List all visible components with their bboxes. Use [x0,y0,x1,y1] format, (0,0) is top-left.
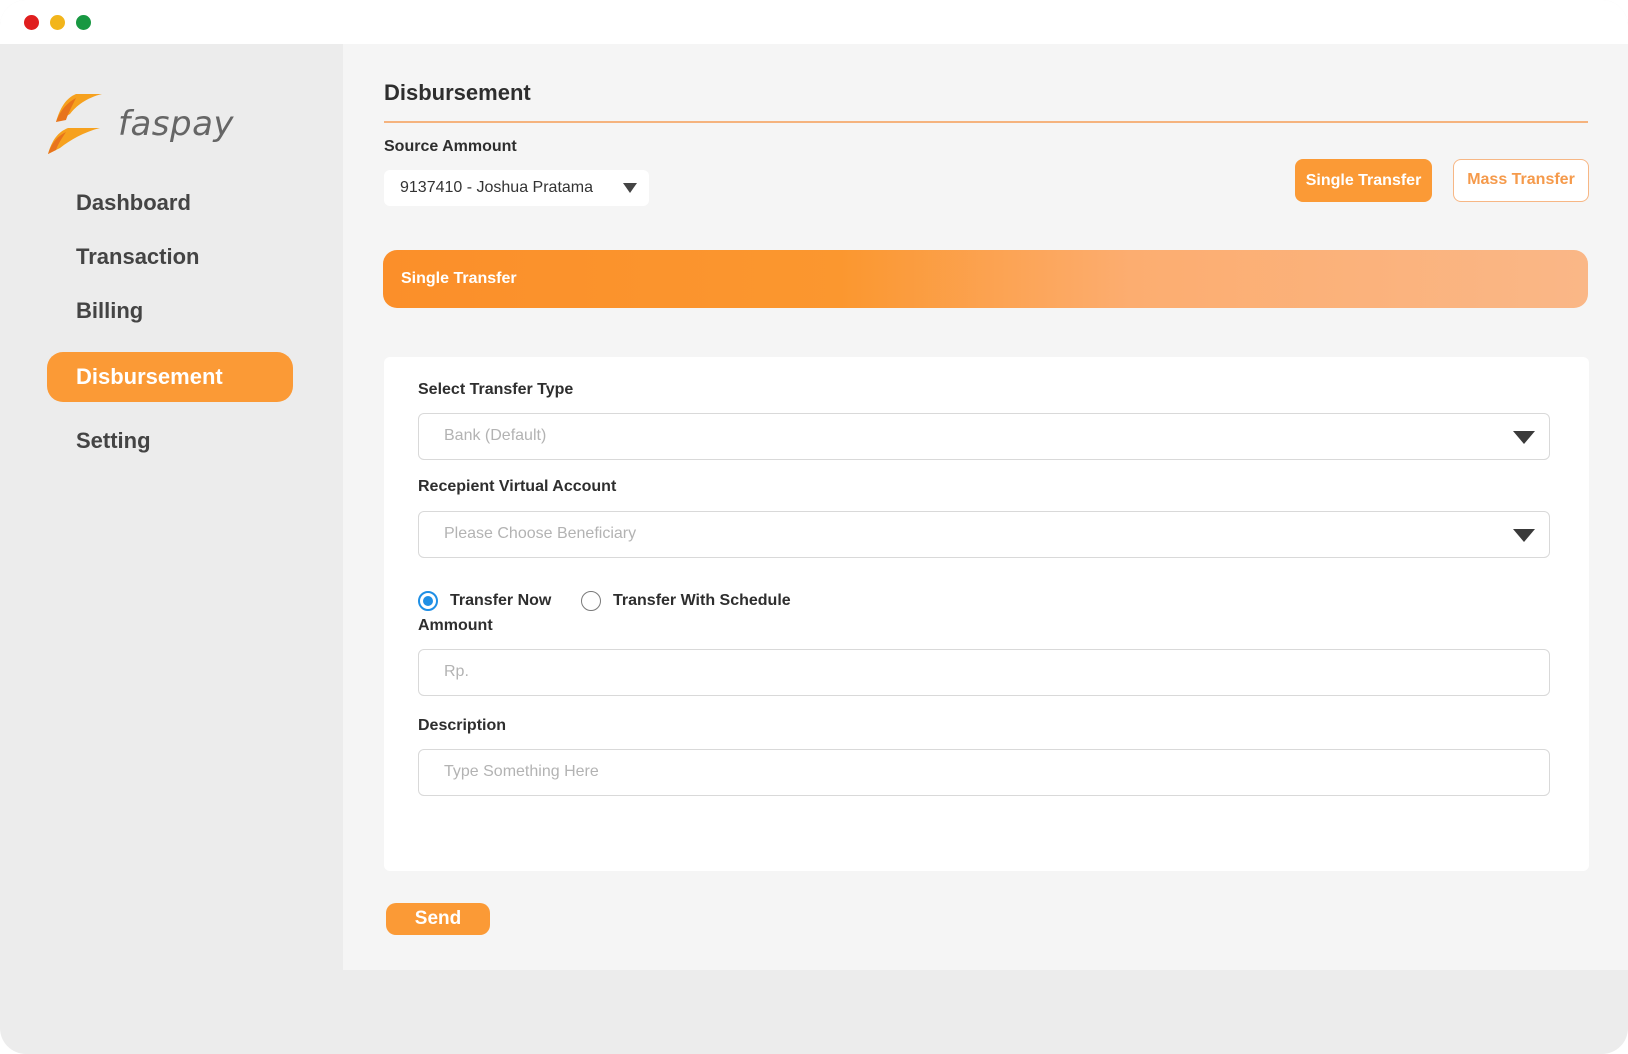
transfer-type-placeholder: Bank (Default) [444,427,547,444]
send-button[interactable]: Send [386,903,490,935]
transfer-with-schedule-label[interactable]: Transfer With Schedule [613,592,791,610]
title-bar [0,0,1628,44]
source-amount-label: Source Ammount [384,138,517,155]
section-banner-title: Single Transfer [401,270,517,287]
sidebar-item-transaction[interactable]: Transaction [47,232,293,282]
single-transfer-button[interactable]: Single Transfer [1295,159,1432,202]
logo-wordmark: faspay [118,104,235,144]
description-input[interactable]: Type Something Here [418,749,1550,796]
sidebar-item-dashboard[interactable]: Dashboard [47,178,293,228]
faspay-logo-mark-icon [48,94,102,154]
transfer-now-label[interactable]: Transfer Now [450,592,551,610]
chevron-down-icon [1513,529,1535,542]
recipient-account-select[interactable]: Please Choose Beneficiary [418,511,1550,558]
single-transfer-form: Select Transfer Type Bank (Default) Rece… [384,357,1589,871]
transfer-type-label: Select Transfer Type [418,381,574,398]
amount-placeholder: Rp. [444,663,469,680]
recipient-account-placeholder: Please Choose Beneficiary [444,525,637,542]
close-window-button[interactable] [24,15,39,30]
section-banner: Single Transfer [383,250,1588,308]
transfer-with-schedule-radio[interactable] [581,591,601,611]
sidebar-item-disbursement[interactable]: Disbursement [47,352,293,402]
mass-transfer-button[interactable]: Mass Transfer [1453,159,1589,202]
transfer-type-select[interactable]: Bank (Default) [418,413,1550,460]
source-amount-select[interactable]: 9137410 - Joshua Pratama [384,170,649,206]
title-divider [384,121,1588,123]
main-content: Disbursement Source Ammount 9137410 - Jo… [343,44,1628,970]
minimize-window-button[interactable] [50,15,65,30]
transfer-now-radio[interactable] [418,591,438,611]
page-title: Disbursement [384,80,531,105]
sidebar-item-billing[interactable]: Billing [47,286,293,336]
sidebar-item-setting[interactable]: Setting [47,416,293,466]
amount-label: Ammount [418,617,493,634]
faspay-logo[interactable]: faspay [46,92,246,162]
chevron-down-icon [623,183,637,193]
sidebar: faspay Dashboard Transaction Billing Dis… [0,44,343,970]
zoom-window-button[interactable] [76,15,91,30]
recipient-account-label: Recepient Virtual Account [418,478,617,495]
chevron-down-icon [1513,431,1535,444]
app-window: faspay Dashboard Transaction Billing Dis… [0,0,1628,1054]
description-placeholder: Type Something Here [444,763,599,780]
amount-input[interactable]: Rp. [418,649,1550,696]
description-label: Description [418,717,507,734]
source-amount-value: 9137410 - Joshua Pratama [400,179,594,196]
